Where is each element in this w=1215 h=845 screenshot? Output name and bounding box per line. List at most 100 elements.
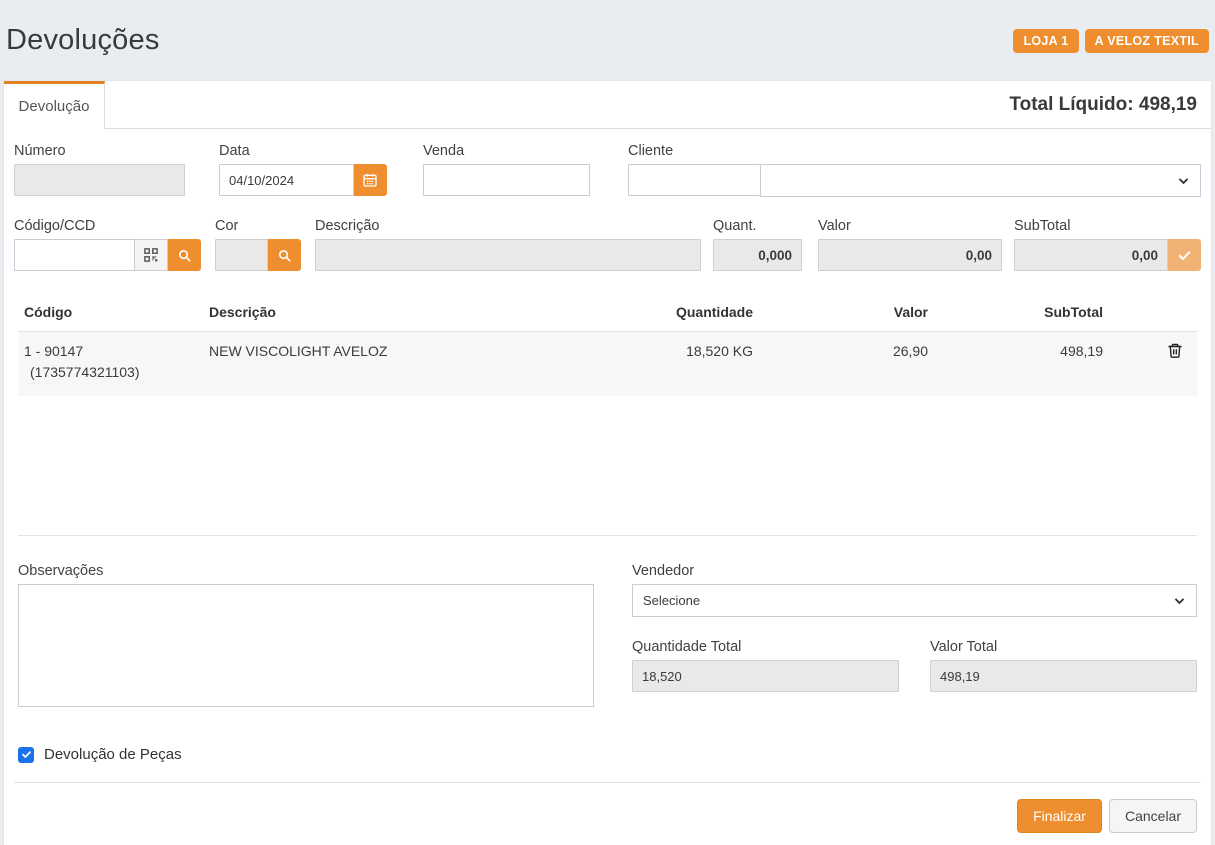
cor-search-button[interactable] — [268, 239, 301, 271]
row-codigo: 1 - 90147 (1735774321103) — [18, 341, 203, 384]
finalizar-button[interactable]: Finalizar — [1017, 799, 1102, 833]
header-badges: LOJA 1 A VELOZ TEXTIL — [1013, 29, 1209, 53]
footer-divider — [14, 782, 1201, 783]
row-codigo-line1: 1 - 90147 — [24, 341, 197, 363]
descricao-input — [315, 239, 701, 271]
section-divider — [18, 535, 1197, 536]
field-descricao: Descrição — [315, 218, 701, 271]
field-subtotal: SubTotal — [1014, 218, 1201, 271]
devolucao-pecas-label: Devolução de Peças — [44, 746, 182, 763]
chevron-down-icon — [1173, 594, 1186, 607]
cor-label: Cor — [215, 218, 301, 234]
row-quantidade: 18,520 KG — [609, 341, 759, 363]
cliente-select[interactable] — [760, 164, 1201, 197]
page-header: Devoluções LOJA 1 A VELOZ TEXTIL — [4, 0, 1211, 81]
row-valor: 26,90 — [759, 341, 934, 363]
numero-label: Número — [14, 143, 185, 159]
observacoes-textarea[interactable] — [18, 584, 594, 707]
total-liquido: Total Líquido: 498,19 — [1009, 94, 1197, 116]
codigo-ccd-label: Código/CCD — [14, 218, 201, 234]
field-codigo-ccd: Código/CCD — [14, 218, 201, 271]
checkmark-icon — [1177, 248, 1192, 263]
tab-bar: Devolução Total Líquido: 498,19 — [4, 81, 1211, 129]
search-icon — [177, 248, 192, 263]
calendar-button[interactable] — [354, 164, 387, 196]
footer-actions: Finalizar Cancelar — [4, 787, 1211, 845]
items-table-header: Código Descrição Quantidade Valor SubTot… — [18, 295, 1197, 332]
field-quantidade-total: Quantidade Total — [632, 639, 899, 692]
col-header-valor: Valor — [759, 302, 934, 324]
total-liquido-label: Total Líquido: — [1009, 94, 1133, 115]
col-header-subtotal: SubTotal — [934, 302, 1109, 324]
col-header-quantidade: Quantidade — [609, 302, 759, 324]
col-header-descricao: Descrição — [203, 302, 609, 324]
col-header-codigo: Código — [18, 302, 203, 324]
field-venda: Venda — [423, 143, 590, 197]
subtotal-label: SubTotal — [1014, 218, 1201, 234]
venda-label: Venda — [423, 143, 590, 159]
company-badge[interactable]: A VELOZ TEXTIL — [1085, 29, 1209, 53]
tab-devolucao[interactable]: Devolução — [4, 81, 105, 129]
confirm-item-button[interactable] — [1168, 239, 1201, 271]
totals-row: Quantidade Total Valor Total — [632, 639, 1197, 692]
table-row: 1 - 90147 (1735774321103) NEW VISCOLIGHT… — [18, 332, 1197, 396]
valor-input — [818, 239, 1002, 271]
field-cor: Cor — [215, 218, 301, 271]
vendedor-totals-column: Vendedor Selecione Quantidade Total — [632, 563, 1197, 712]
vendedor-label: Vendedor — [632, 563, 1197, 579]
field-observacoes: Observações — [18, 563, 594, 712]
vendedor-select-value: Selecione — [643, 593, 700, 608]
cor-input — [215, 239, 268, 271]
cliente-label: Cliente — [628, 143, 1201, 159]
row-subtotal: 498,19 — [934, 341, 1109, 363]
field-numero: Número — [14, 143, 185, 197]
data-label: Data — [219, 143, 387, 159]
search-icon — [277, 248, 292, 263]
cliente-code-input[interactable] — [628, 164, 760, 196]
checkmark-icon — [21, 749, 32, 760]
descricao-label: Descrição — [315, 218, 701, 234]
devolucao-pecas-checkbox[interactable] — [18, 747, 34, 763]
bottom-section: Observações Vendedor Selecione Quantidad… — [14, 563, 1201, 712]
chevron-down-icon — [1177, 174, 1190, 187]
total-liquido-value: 498,19 — [1139, 94, 1197, 115]
page-title: Devoluções — [6, 24, 160, 57]
cancelar-button[interactable]: Cancelar — [1109, 799, 1197, 833]
valor-total-input — [930, 660, 1197, 692]
quantidade-total-input — [632, 660, 899, 692]
calendar-icon — [362, 172, 378, 188]
field-quant: Quant. — [713, 218, 802, 271]
field-valor-total: Valor Total — [930, 639, 1197, 692]
vendedor-select[interactable]: Selecione — [632, 584, 1197, 617]
form-row-2: Código/CCD — [14, 218, 1201, 271]
quantidade-total-label: Quantidade Total — [632, 639, 899, 655]
data-input[interactable] — [219, 164, 354, 196]
row-actions — [1109, 341, 1197, 366]
codigo-ccd-input[interactable] — [14, 239, 135, 271]
form-row-1: Número Data — [14, 143, 1201, 197]
subtotal-input — [1014, 239, 1168, 271]
row-codigo-line2: (1735774321103) — [24, 362, 197, 384]
field-data: Data — [219, 143, 387, 197]
barcode-button[interactable] — [135, 239, 168, 271]
devolucao-pecas-row: Devolução de Peças — [18, 746, 1201, 763]
observacoes-label: Observações — [18, 563, 594, 579]
codigo-search-button[interactable] — [168, 239, 201, 271]
delete-row-button[interactable] — [1167, 342, 1183, 359]
store-badge[interactable]: LOJA 1 — [1013, 29, 1078, 53]
page: Devoluções LOJA 1 A VELOZ TEXTIL Devoluç… — [0, 0, 1215, 845]
tab-bar-right: Total Líquido: 498,19 — [105, 81, 1211, 129]
tab-devolucao-label: Devolução — [19, 98, 90, 115]
row-descricao: NEW VISCOLIGHT AVELOZ — [203, 341, 609, 363]
numero-input — [14, 164, 185, 196]
venda-input[interactable] — [423, 164, 590, 196]
valor-label: Valor — [818, 218, 1002, 234]
devolucao-panel: Devolução Total Líquido: 498,19 Número D… — [4, 81, 1211, 845]
field-cliente: Cliente — [628, 143, 1201, 197]
field-valor: Valor — [818, 218, 1002, 271]
quant-label: Quant. — [713, 218, 802, 234]
barcode-icon — [144, 248, 158, 262]
trash-icon — [1167, 342, 1183, 359]
valor-total-label: Valor Total — [930, 639, 1197, 655]
form-content: Número Data — [4, 129, 1211, 787]
